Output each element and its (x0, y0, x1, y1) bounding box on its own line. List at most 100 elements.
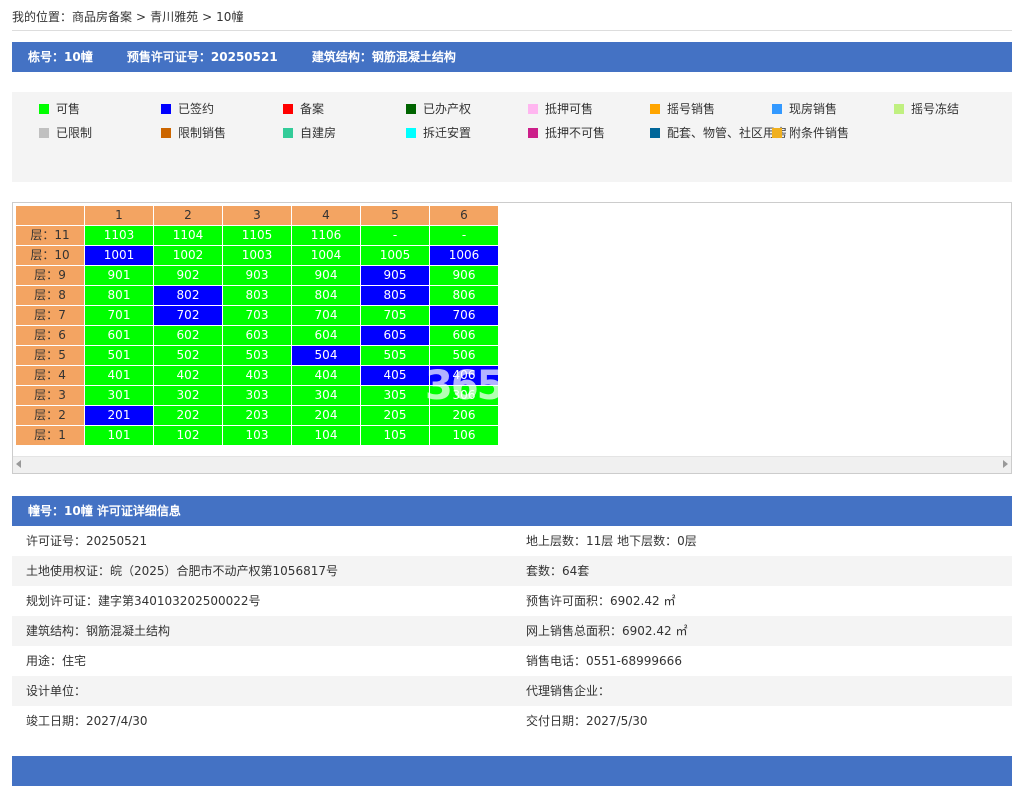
floor-number: 1 (58, 428, 66, 442)
unit-cell[interactable]: 605 (360, 325, 430, 346)
legend-label: 拆迁安置 (423, 126, 472, 140)
unit-cell: - (429, 225, 499, 246)
unit-cell[interactable]: 103 (222, 425, 292, 446)
breadcrumb-link-records[interactable]: 商品房备案 (72, 10, 132, 24)
floor-row: 层：11 1103 1104 1105 1106- - (15, 225, 499, 246)
legend-item: 配套、物管、社区用房 (650, 124, 787, 142)
unit-cell[interactable]: 806 (429, 285, 499, 306)
unit-cell[interactable]: 604 (291, 325, 361, 346)
floor-number: 2 (58, 408, 66, 422)
unit-cell[interactable]: 1001 (84, 245, 154, 266)
legend-swatch (528, 104, 538, 114)
unit-cell[interactable]: 406 (429, 365, 499, 386)
detail-row: 规划许可证：建字第340103202500022号 预售许可面积：6902.42 … (12, 586, 1012, 616)
unit-cell[interactable]: 1106 (291, 225, 361, 246)
unit-cell[interactable]: 1105 (222, 225, 292, 246)
unit-cell[interactable]: 1006 (429, 245, 499, 266)
floor-number: 5 (58, 348, 66, 362)
unit-cell[interactable]: 203 (222, 405, 292, 426)
unit-cell[interactable]: 1002 (153, 245, 223, 266)
unit-cell[interactable]: 502 (153, 345, 223, 366)
unit-cell[interactable]: 106 (429, 425, 499, 446)
unit-cell[interactable]: 704 (291, 305, 361, 326)
unit-cell[interactable]: 301 (84, 385, 154, 406)
scroll-right-arrow-icon[interactable] (1003, 460, 1008, 468)
unit-cell[interactable]: 403 (222, 365, 292, 386)
unit-cell[interactable]: 404 (291, 365, 361, 386)
unit-cell[interactable]: 705 (360, 305, 430, 326)
presale-permit-number: 预售许可证号：20250521 (126, 50, 278, 64)
column-header: 3 (222, 205, 292, 226)
floor-prefix: 层： (30, 228, 55, 242)
legend-item: 可售 (39, 100, 80, 118)
legend-item: 摇号销售 (650, 100, 715, 118)
unit-cell[interactable]: 804 (291, 285, 361, 306)
breadcrumb-current: 10幢 (216, 10, 244, 24)
unit-cell[interactable]: 603 (222, 325, 292, 346)
unit-cell[interactable]: 401 (84, 365, 154, 386)
legend-swatch (283, 104, 293, 114)
unit-cell[interactable]: 702 (153, 305, 223, 326)
unit-cell[interactable]: 1104 (153, 225, 223, 246)
unit-cell[interactable]: 1103 (84, 225, 154, 246)
unit-cell[interactable]: 901 (84, 265, 154, 286)
unit-cell[interactable]: 505 (360, 345, 430, 366)
unit-cell[interactable]: 105 (360, 425, 430, 446)
unit-cell[interactable]: 602 (153, 325, 223, 346)
unit-cell[interactable]: 303 (222, 385, 292, 406)
legend-swatch (406, 104, 416, 114)
unit-cell[interactable]: 305 (360, 385, 430, 406)
unit-cell[interactable]: 302 (153, 385, 223, 406)
unit-cell[interactable]: 801 (84, 285, 154, 306)
unit-cell[interactable]: 805 (360, 285, 430, 306)
unit-cell[interactable]: 601 (84, 325, 154, 346)
unit-cell[interactable]: 903 (222, 265, 292, 286)
detail-row: 竣工日期：2027/4/30 交付日期：2027/5/30 (12, 706, 1012, 736)
legend-swatch (772, 104, 782, 114)
unit-cell[interactable]: 201 (84, 405, 154, 426)
unit-cell[interactable]: 101 (84, 425, 154, 446)
legend-item: 自建房 (283, 124, 336, 142)
unit-cell[interactable]: 905 (360, 265, 430, 286)
unit-cell[interactable]: 501 (84, 345, 154, 366)
unit-cell[interactable]: 606 (429, 325, 499, 346)
legend-swatch (772, 128, 782, 138)
unit-cell[interactable]: 904 (291, 265, 361, 286)
unit-cell[interactable]: 1004 (291, 245, 361, 266)
unit-cell[interactable]: 304 (291, 385, 361, 406)
unit-cell[interactable]: 803 (222, 285, 292, 306)
unit-cell[interactable]: 706 (429, 305, 499, 326)
unit-cell[interactable]: 405 (360, 365, 430, 386)
detail-right-field: 预售许可面积：6902.42 ㎡ (526, 594, 676, 608)
unit-cell[interactable]: 102 (153, 425, 223, 446)
scroll-left-arrow-icon[interactable] (16, 460, 21, 468)
floor-prefix: 层： (34, 328, 59, 342)
floor-label: 层：4 (15, 365, 85, 386)
unit-cell[interactable]: 1005 (360, 245, 430, 266)
unit-cell[interactable]: 1003 (222, 245, 292, 266)
unit-cell[interactable]: 906 (429, 265, 499, 286)
unit-cell[interactable]: 902 (153, 265, 223, 286)
unit-cell[interactable]: 503 (222, 345, 292, 366)
unit-cell[interactable]: 802 (153, 285, 223, 306)
horizontal-scrollbar[interactable] (13, 456, 1011, 473)
unit-cell[interactable]: 504 (291, 345, 361, 366)
floor-number: 11 (54, 228, 70, 242)
table-corner-cell (15, 205, 85, 226)
floor-label: 层：5 (15, 345, 85, 366)
unit-cell[interactable]: 306 (429, 385, 499, 406)
column-header: 4 (291, 205, 361, 226)
unit-cell[interactable]: 701 (84, 305, 154, 326)
legend-item: 已办产权 (406, 100, 471, 118)
unit-cell[interactable]: 402 (153, 365, 223, 386)
unit-cell[interactable]: 104 (291, 425, 361, 446)
unit-cell[interactable]: 506 (429, 345, 499, 366)
unit-cell[interactable]: 703 (222, 305, 292, 326)
unit-cell[interactable]: 204 (291, 405, 361, 426)
breadcrumb-link-project[interactable]: 青川雅苑 (150, 10, 198, 24)
floor-prefix: 层： (34, 368, 59, 382)
floor-label: 层：11 (15, 225, 85, 246)
unit-cell[interactable]: 205 (360, 405, 430, 426)
unit-cell[interactable]: 202 (153, 405, 223, 426)
unit-cell[interactable]: 206 (429, 405, 499, 426)
